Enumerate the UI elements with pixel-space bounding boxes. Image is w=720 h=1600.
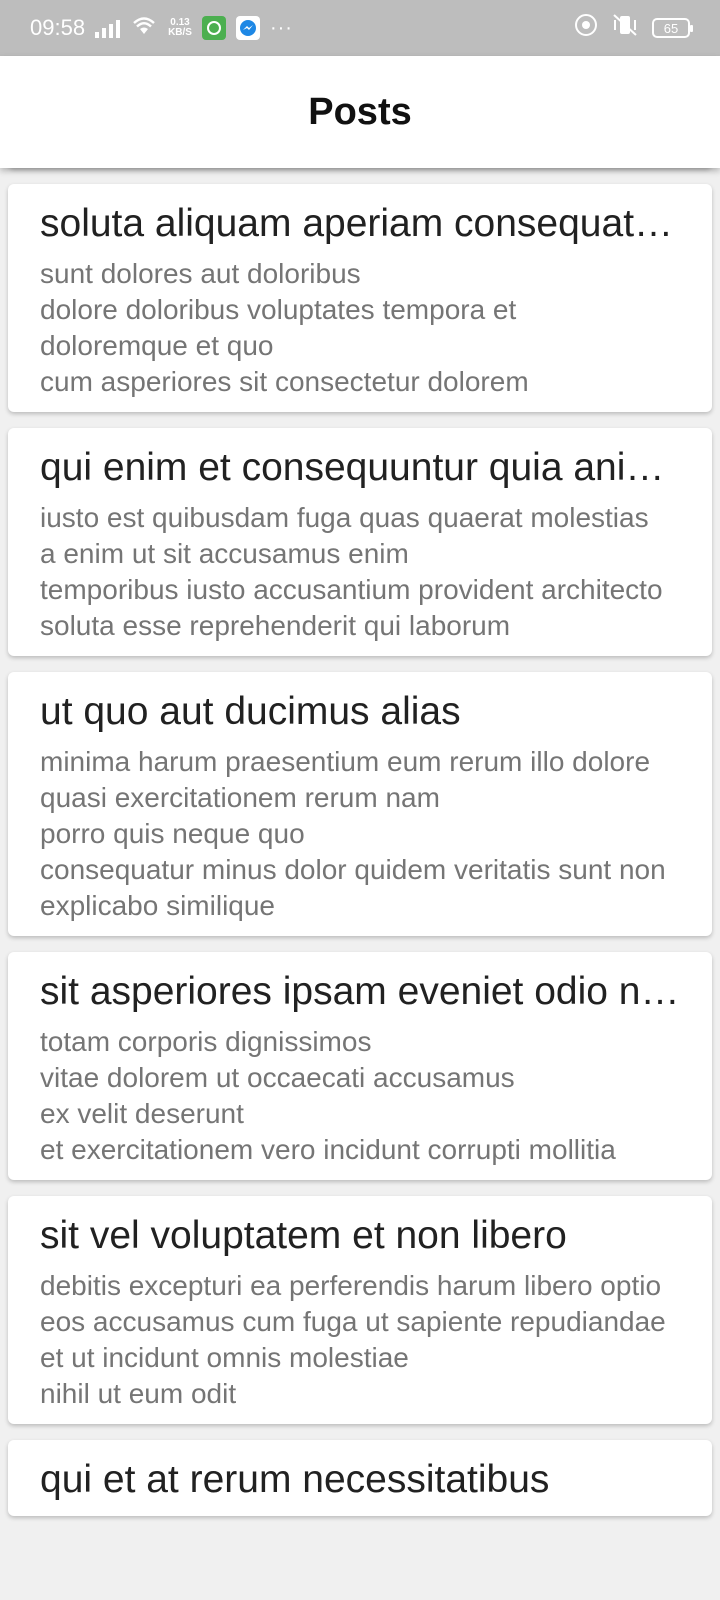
data-saver-icon: [574, 13, 598, 43]
post-card[interactable]: sit vel voluptatem et non libero debitis…: [8, 1196, 712, 1424]
post-title: ut quo aut ducimus alias: [40, 690, 461, 733]
app-bar: Posts: [0, 56, 720, 168]
cellular-signal-icon: [95, 18, 121, 38]
vibrate-icon: [610, 13, 640, 43]
more-notifications-icon: ···: [269, 16, 293, 39]
status-bar: 09:58 0.13 KB/S ··· 65: [0, 0, 720, 56]
post-body: iusto est quibusdam fuga quas quaerat mo…: [40, 502, 663, 641]
net-speed: 0.13 KB/S: [168, 18, 192, 38]
battery-icon: 65: [652, 18, 693, 38]
messenger-icon: [235, 16, 260, 40]
status-right: 65: [574, 13, 693, 43]
post-title: qui enim et consequuntur quia animi quis…: [40, 446, 688, 489]
post-card[interactable]: qui et at rerum necessitatibus: [8, 1440, 712, 1516]
status-time: 09:58: [30, 15, 86, 40]
post-title: soluta aliquam aperiam consequatur illo …: [40, 202, 688, 245]
post-card[interactable]: sit asperiores ipsam eveniet odio non qu…: [8, 952, 712, 1180]
status-left: 09:58 0.13 KB/S ···: [30, 14, 293, 42]
post-card[interactable]: qui enim et consequuntur quia animi quis…: [8, 428, 712, 656]
post-body: debitis excepturi ea perferendis harum l…: [40, 1270, 666, 1409]
green-app-notification-icon: [201, 16, 226, 40]
post-body: minima harum praesentium eum rerum illo …: [40, 746, 666, 921]
post-title: qui et at rerum necessitatibus: [40, 1458, 550, 1501]
posts-list-inner: soluta aliquam aperiam consequatur illo …: [0, 168, 720, 1532]
post-title: sit vel voluptatem et non libero: [40, 1214, 567, 1257]
page-title: Posts: [308, 90, 412, 133]
post-card[interactable]: soluta aliquam aperiam consequatur illo …: [8, 184, 712, 412]
posts-list[interactable]: soluta aliquam aperiam consequatur illo …: [0, 168, 720, 1600]
post-title: sit asperiores ipsam eveniet odio non qu…: [40, 970, 688, 1013]
post-body: sunt dolores aut doloribus dolore dolori…: [40, 258, 529, 397]
net-speed-unit: KB/S: [168, 27, 192, 38]
wifi-icon: [130, 14, 158, 42]
post-body: totam corporis dignissimos vitae dolorem…: [40, 1026, 616, 1165]
battery-level: 65: [663, 20, 679, 36]
post-card[interactable]: ut quo aut ducimus alias minima harum pr…: [8, 672, 712, 936]
